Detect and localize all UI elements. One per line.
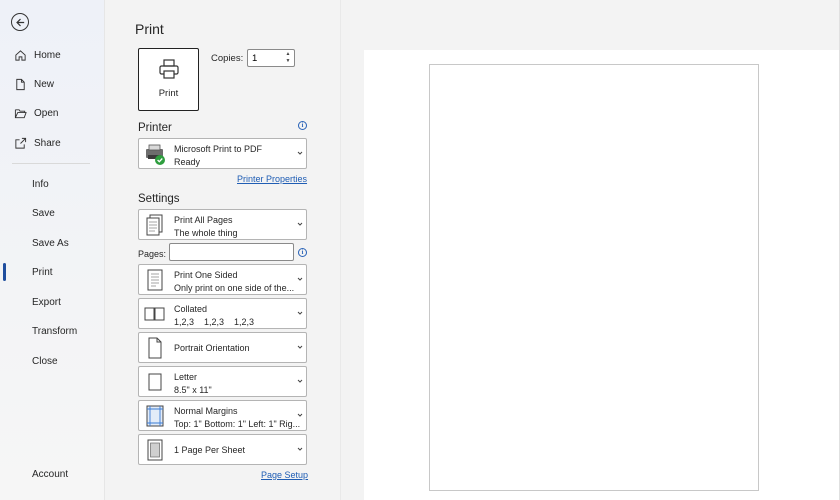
- nav-open[interactable]: Open: [0, 101, 104, 125]
- portrait-page-icon: [142, 335, 168, 361]
- pages-per-sheet-dropdown[interactable]: 1 Page Per Sheet: [138, 434, 307, 465]
- chevron-down-icon: [297, 222, 303, 226]
- nav-label: Close: [32, 355, 58, 367]
- option-title: 1 Page Per Sheet: [174, 445, 246, 455]
- pages-stack-icon: [142, 212, 168, 238]
- page-setup-link[interactable]: Page Setup: [261, 470, 308, 480]
- print-button-label: Print: [158, 88, 179, 99]
- option-detail: 1,2,3 1,2,3 1,2,3: [174, 317, 255, 327]
- letter-page-icon: [142, 369, 168, 395]
- nav-label: Save: [32, 207, 55, 219]
- copies-label: Copies:: [211, 53, 244, 64]
- chevron-down-icon: [297, 277, 303, 281]
- nav-save[interactable]: Save: [0, 201, 104, 225]
- nav-label: Export: [32, 296, 61, 308]
- nav-label: Share: [34, 137, 61, 149]
- paper-size-dropdown[interactable]: Letter 8.5" x 11": [138, 366, 307, 397]
- chevron-down-icon: [297, 311, 303, 315]
- printer-heading: Printer: [138, 122, 172, 134]
- nav-label: Save As: [32, 237, 69, 249]
- page-title: Print: [135, 21, 164, 37]
- nav-print[interactable]: Print: [0, 260, 104, 284]
- chevron-down-icon: [297, 413, 303, 417]
- nav-export[interactable]: Export: [0, 290, 104, 314]
- nav-label: Open: [34, 107, 59, 119]
- nav-share[interactable]: Share: [0, 131, 104, 155]
- folder-open-icon: [13, 106, 27, 120]
- increment-icon[interactable]: ▲: [286, 51, 291, 58]
- home-icon: [13, 48, 27, 62]
- option-title: Normal Margins: [174, 406, 238, 416]
- chevron-down-icon: [297, 345, 303, 349]
- collated-pages-icon: [142, 301, 168, 327]
- one-sided-page-icon: [142, 267, 168, 293]
- new-document-icon: [13, 77, 27, 91]
- margins-dropdown[interactable]: Normal Margins Top: 1" Bottom: 1" Left: …: [138, 400, 307, 431]
- print-button[interactable]: Print: [138, 48, 199, 111]
- printer-icon: [158, 59, 179, 79]
- nav-label: New: [34, 78, 55, 90]
- chevron-down-icon: [297, 379, 303, 383]
- nav-account[interactable]: Account: [0, 462, 104, 486]
- option-detail: Top: 1" Bottom: 1" Left: 1" Rig...: [174, 419, 301, 429]
- print-range-dropdown[interactable]: Print All Pages The whole thing: [138, 209, 307, 240]
- chevron-down-icon: [297, 151, 303, 155]
- pages-label: Pages:: [138, 249, 167, 259]
- settings-heading: Settings: [138, 193, 180, 205]
- option-title: Portrait Orientation: [174, 343, 250, 353]
- nav-new[interactable]: New: [0, 72, 104, 96]
- back-arrow-icon[interactable]: [11, 13, 29, 31]
- nav-label: Account: [32, 468, 69, 480]
- printer-properties-link[interactable]: Printer Properties: [237, 174, 307, 184]
- option-title: Print All Pages: [174, 215, 233, 225]
- option-title: Collated: [174, 304, 208, 314]
- print-settings-panel: Print Print Copies: ▲ ▼ Printer i Micros: [105, 0, 341, 500]
- page-per-sheet-icon: [142, 437, 168, 463]
- chevron-down-icon: [297, 447, 303, 451]
- share-icon: [13, 136, 27, 150]
- decrement-icon[interactable]: ▼: [286, 58, 291, 65]
- nav-close[interactable]: Close: [0, 349, 104, 373]
- copies-stepper[interactable]: ▲ ▼: [247, 49, 295, 67]
- nav-save-as[interactable]: Save As: [0, 231, 104, 255]
- nav-home[interactable]: Home: [0, 43, 104, 67]
- printer-device-icon: [142, 141, 168, 167]
- nav-label: Transform: [32, 325, 78, 337]
- nav-label: Info: [32, 178, 49, 190]
- nav-divider: [12, 163, 90, 164]
- option-detail: 8.5" x 11": [174, 385, 212, 395]
- collation-dropdown[interactable]: Collated 1,2,3 1,2,3 1,2,3: [138, 298, 307, 329]
- preview-page: [429, 64, 759, 491]
- info-icon[interactable]: i: [298, 121, 307, 130]
- option-detail: Only print on one side of the...: [174, 283, 295, 293]
- option-detail: The whole thing: [174, 228, 238, 238]
- option-title: Letter: [174, 372, 198, 382]
- backstage-nav: Home New Open Share Info Save Save As Pr…: [0, 0, 105, 500]
- nav-label: Print: [32, 266, 53, 278]
- nav-label: Home: [34, 49, 61, 61]
- nav-info[interactable]: Info: [0, 172, 104, 196]
- nav-transform[interactable]: Transform: [0, 319, 104, 343]
- pages-input[interactable]: [169, 243, 294, 261]
- option-title: Print One Sided: [174, 270, 238, 280]
- orientation-dropdown[interactable]: Portrait Orientation: [138, 332, 307, 363]
- copies-input[interactable]: [248, 50, 282, 66]
- sides-dropdown[interactable]: Print One Sided Only print on one side o…: [138, 264, 307, 295]
- margins-icon: [142, 403, 168, 429]
- printer-dropdown[interactable]: Microsoft Print to PDF Ready: [138, 138, 307, 169]
- info-icon[interactable]: i: [298, 248, 307, 257]
- printer-name: Microsoft Print to PDF: [174, 144, 263, 154]
- printer-status: Ready: [174, 157, 201, 167]
